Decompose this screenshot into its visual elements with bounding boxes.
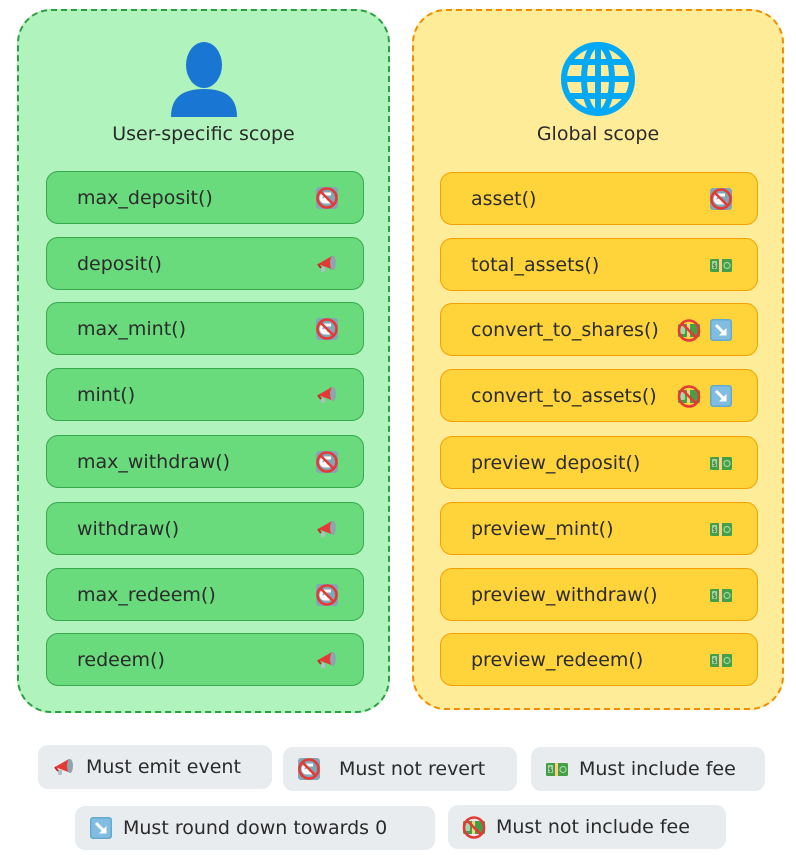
megaphone-icon — [52, 755, 76, 779]
svg-text:$: $ — [712, 526, 716, 534]
svg-text:$: $ — [712, 592, 716, 600]
legend-label: Must emit event — [86, 756, 241, 778]
function-name: preview_deposit() — [471, 451, 641, 474]
requirement-icons — [315, 583, 339, 607]
no-revert-icon — [709, 187, 733, 211]
svg-text:$: $ — [548, 766, 552, 774]
function-name: convert_to_assets() — [471, 384, 657, 407]
requirement-icons: $ — [709, 253, 733, 277]
banknote-icon: $ — [709, 253, 733, 277]
function-box: deposit() — [46, 237, 364, 290]
function-name: preview_withdraw() — [471, 583, 658, 606]
function-name: deposit() — [77, 252, 162, 275]
requirement-icons — [315, 317, 339, 341]
global-scope-panel: Global scope asset() total_assets() $ conve… — [412, 9, 784, 710]
megaphone-icon — [315, 383, 339, 407]
legend-item-emit-event: Must emit event — [38, 745, 272, 789]
function-box: convert_to_assets() — [440, 369, 758, 422]
no-revert-icon — [315, 186, 339, 210]
function-box: total_assets() $ — [440, 238, 758, 291]
banknote-icon: $ — [709, 583, 733, 607]
function-name: mint() — [77, 383, 136, 406]
requirement-icons: $ — [709, 451, 733, 475]
banknote-icon: $ — [709, 451, 733, 475]
function-box: preview_deposit() $ — [440, 436, 758, 489]
legend-label: Must not revert — [339, 758, 486, 780]
function-name: preview_mint() — [471, 517, 614, 540]
requirement-icons — [315, 252, 339, 276]
function-box: max_mint() — [46, 302, 364, 355]
svg-text:$: $ — [712, 657, 716, 665]
globe-icon — [414, 39, 782, 119]
function-box: max_deposit() — [46, 171, 364, 224]
no-banknote-icon — [677, 318, 701, 342]
legend-item-round-down: Must round down towards 0 — [75, 806, 435, 850]
no-banknote-icon — [677, 384, 701, 408]
function-box: preview_redeem() $ — [440, 633, 758, 686]
no-revert-icon — [315, 450, 339, 474]
requirement-icons — [677, 384, 733, 408]
legend-item-no-revert: Must not revert — [283, 747, 517, 791]
function-name: preview_redeem() — [471, 648, 644, 671]
function-box: preview_withdraw() $ — [440, 568, 758, 621]
global-scope-title: Global scope — [536, 123, 660, 145]
no-revert-icon — [297, 757, 321, 781]
function-box: max_withdraw() — [46, 435, 364, 488]
megaphone-icon — [315, 517, 339, 541]
function-name: withdraw() — [77, 517, 180, 540]
function-name: convert_to_shares() — [471, 318, 659, 341]
function-name: asset() — [471, 187, 537, 210]
no-banknote-icon — [462, 815, 486, 839]
function-box: asset() — [440, 172, 758, 225]
function-box: withdraw() — [46, 502, 364, 555]
no-revert-icon — [315, 317, 339, 341]
function-name: max_withdraw() — [77, 450, 231, 473]
user-scope-title: User-specific scope — [112, 123, 295, 145]
requirement-icons — [315, 186, 339, 210]
megaphone-icon — [315, 252, 339, 276]
requirement-icons: $ — [709, 517, 733, 541]
requirement-icons — [315, 383, 339, 407]
function-box: mint() — [46, 368, 364, 421]
banknote-icon: $ — [709, 517, 733, 541]
function-box: preview_mint() $ — [440, 502, 758, 555]
megaphone-icon — [315, 648, 339, 672]
down-right-arrow-icon — [709, 384, 733, 408]
function-box: convert_to_shares() — [440, 303, 758, 356]
banknote-icon: $ — [709, 648, 733, 672]
user-scope-panel: User-specific scope max_deposit()deposit… — [17, 9, 390, 713]
legend-label: Must round down towards 0 — [123, 817, 388, 839]
svg-text:$: $ — [712, 262, 716, 270]
user-icon — [19, 39, 388, 119]
requirement-icons: $ — [709, 583, 733, 607]
requirement-icons — [709, 187, 733, 211]
function-name: max_redeem() — [77, 583, 216, 606]
legend-label: Must include fee — [579, 758, 736, 780]
requirement-icons — [315, 450, 339, 474]
requirement-icons — [315, 517, 339, 541]
function-name: total_assets() — [471, 253, 600, 276]
requirement-icons — [315, 648, 339, 672]
function-name: max_deposit() — [77, 186, 213, 209]
legend-item-include-fee: $ Must include fee — [531, 747, 765, 791]
function-name: max_mint() — [77, 317, 186, 340]
down-right-arrow-icon — [89, 816, 113, 840]
requirement-icons: $ — [709, 648, 733, 672]
down-right-arrow-icon — [709, 318, 733, 342]
function-name: redeem() — [77, 648, 165, 671]
function-box: max_redeem() — [46, 568, 364, 621]
requirement-icons — [677, 318, 733, 342]
banknote-icon: $ — [545, 757, 569, 781]
function-box: redeem() — [46, 633, 364, 686]
legend-label: Must not include fee — [496, 816, 690, 838]
svg-text:$: $ — [712, 460, 716, 468]
no-revert-icon — [315, 583, 339, 607]
legend-item-no-fee: Must not include fee — [448, 805, 726, 849]
